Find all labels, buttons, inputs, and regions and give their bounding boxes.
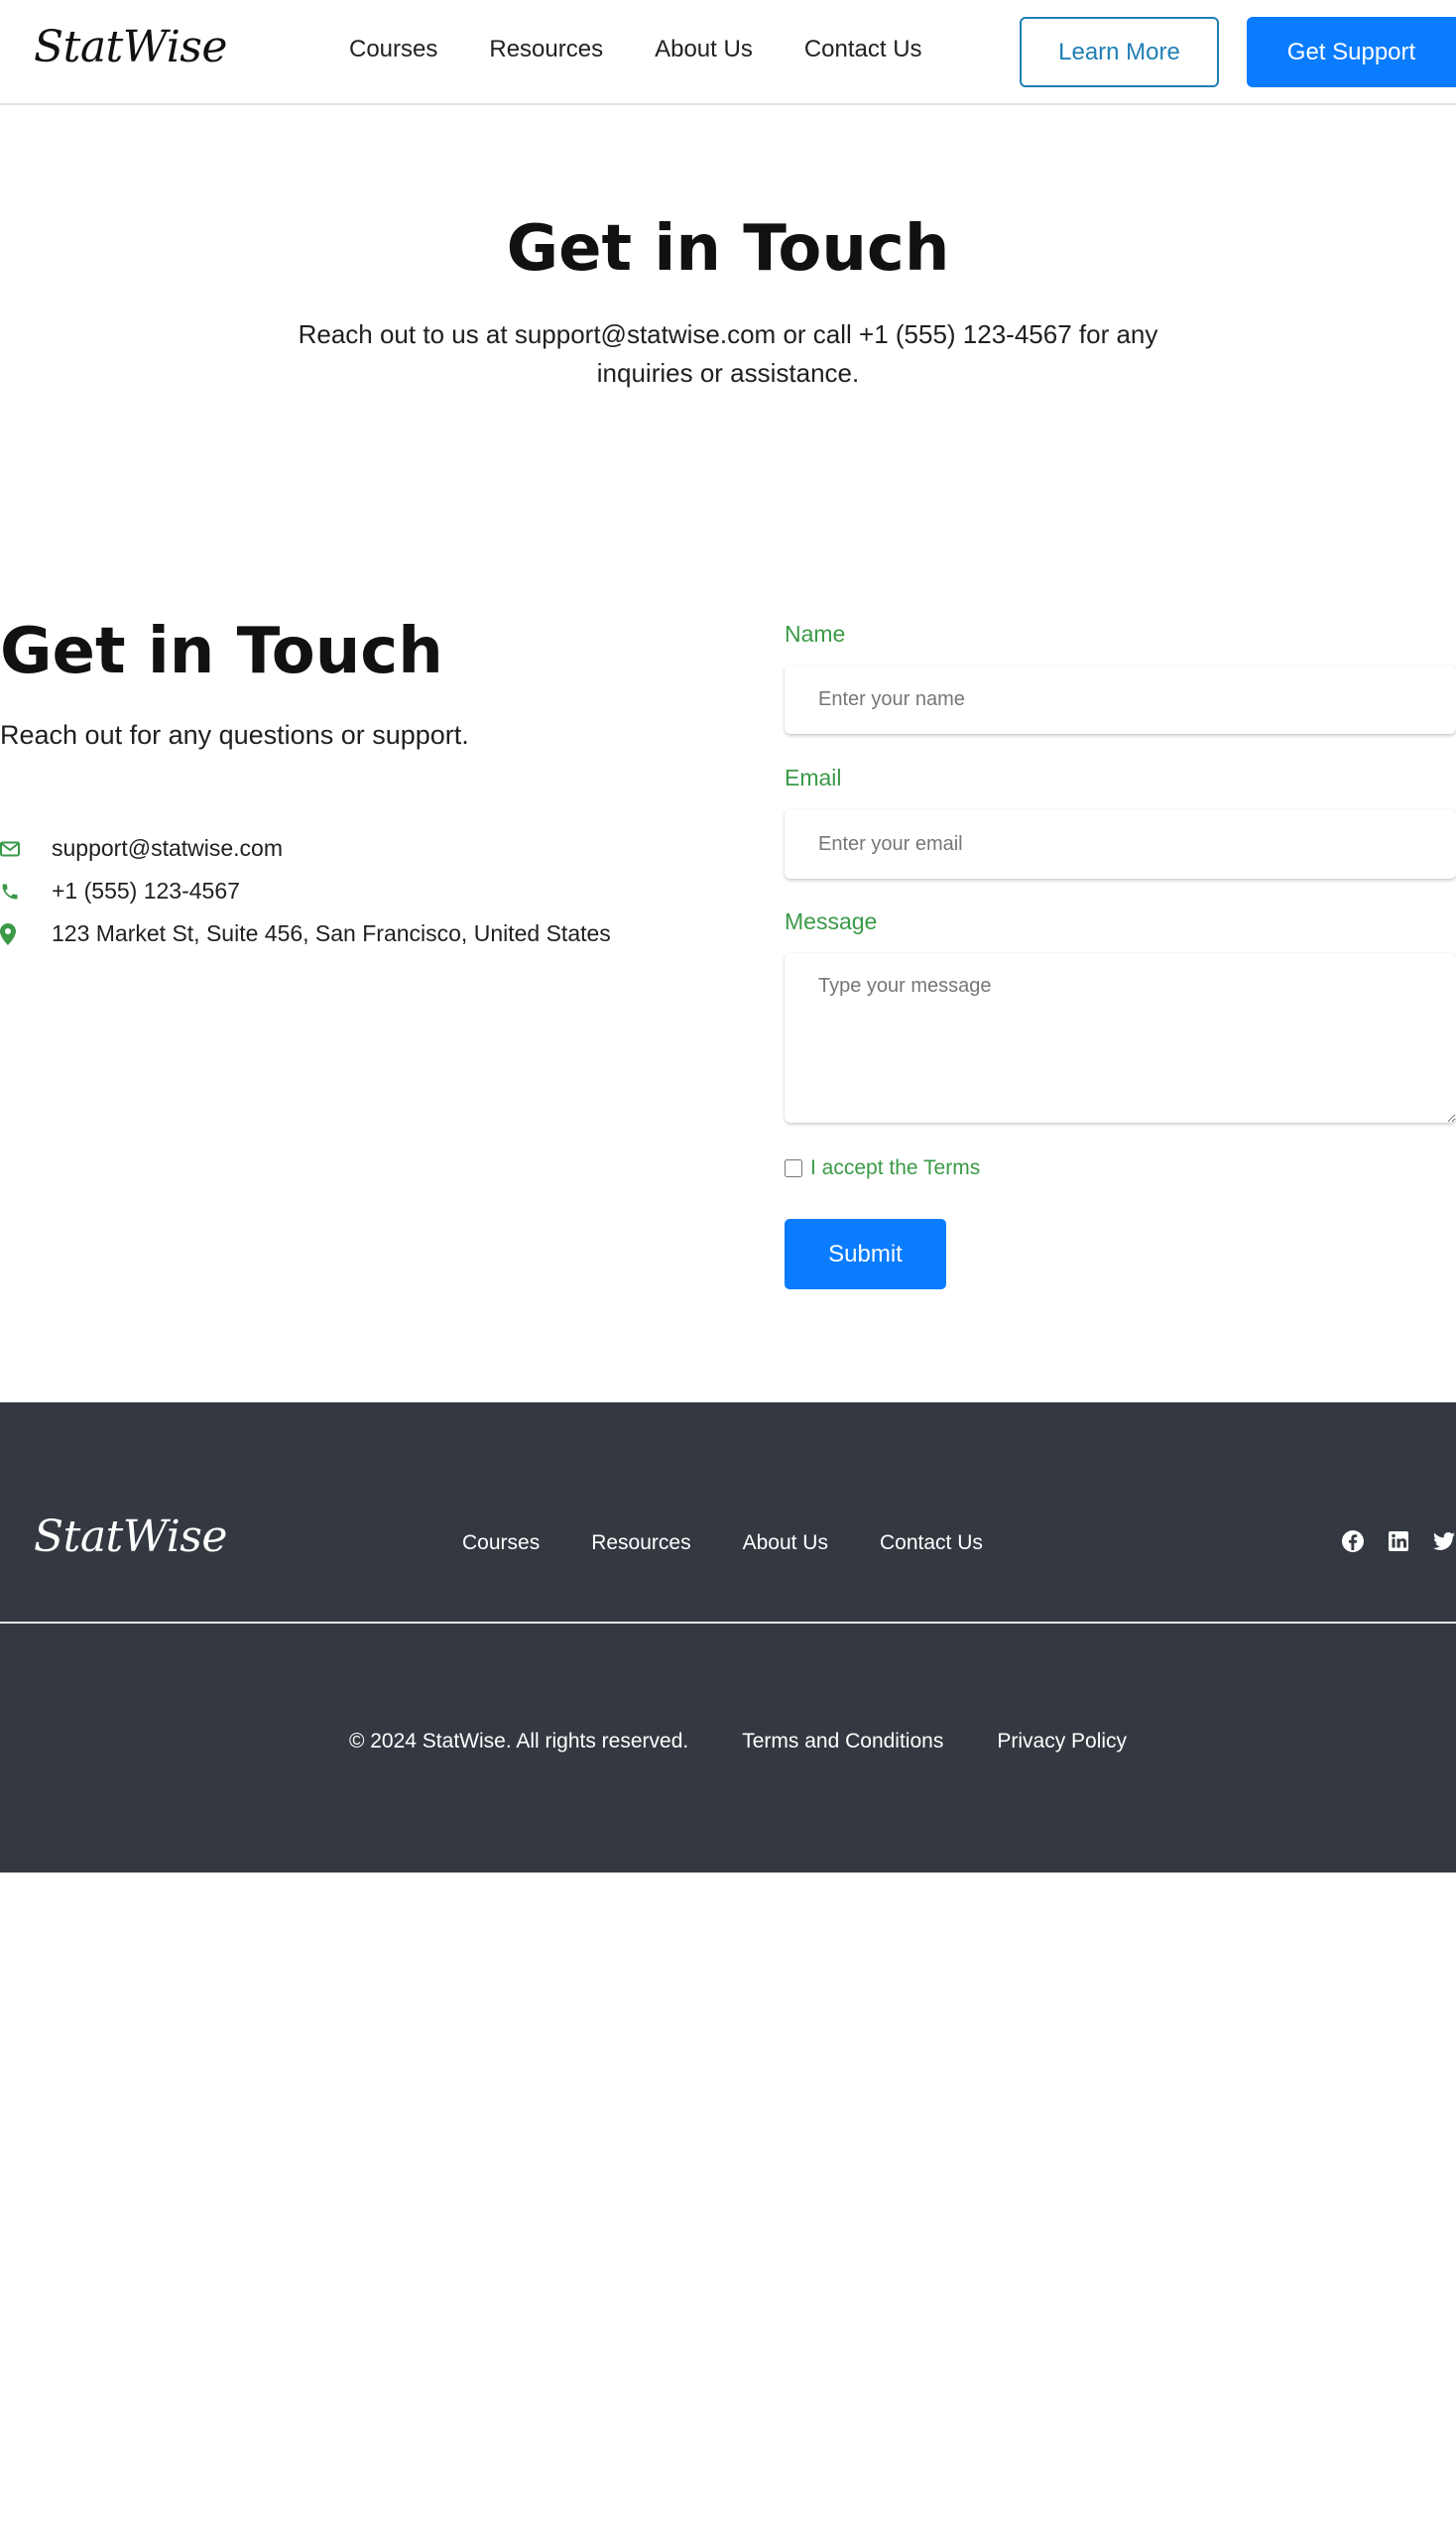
footer-links: Courses Resources About Us Contact Us [462, 1531, 983, 1555]
terms-and-conditions-link[interactable]: Terms and Conditions [742, 1730, 943, 1753]
contact-email[interactable]: support@statwise.com [52, 835, 283, 862]
get-support-button[interactable]: Get Support [1247, 17, 1456, 87]
facebook-icon[interactable] [1341, 1529, 1365, 1553]
message-label: Message [785, 908, 878, 934]
footer-link-resources[interactable]: Resources [591, 1531, 690, 1555]
nav-link-about-us[interactable]: About Us [655, 36, 753, 63]
terms-row: I accept the Terms [785, 1156, 980, 1180]
terms-checkbox[interactable] [785, 1159, 802, 1177]
nav-link-contact-us[interactable]: Contact Us [804, 36, 922, 63]
footer-divider [0, 1622, 1456, 1624]
phone-icon [0, 880, 52, 904]
social-icons [1341, 1529, 1456, 1553]
privacy-policy-link[interactable]: Privacy Policy [997, 1730, 1127, 1753]
submit-button[interactable]: Submit [785, 1219, 946, 1289]
footer: StatWise Courses Resources About Us Cont… [0, 1402, 1456, 1873]
message-textarea[interactable] [785, 953, 1456, 1123]
email-input[interactable] [785, 809, 1456, 879]
nav-link-resources[interactable]: Resources [489, 36, 603, 63]
footer-link-contact-us[interactable]: Contact Us [880, 1531, 983, 1555]
email-label: Email [785, 765, 842, 790]
contact-address: 123 Market St, Suite 456, San Francisco,… [52, 920, 611, 946]
nav-links: Courses Resources About Us Contact Us [349, 36, 922, 63]
navbar: StatWise Courses Resources About Us Cont… [0, 0, 1456, 105]
contact-info-list: support@statwise.com +1 (555) 123-4567 1… [0, 827, 611, 955]
envelope-icon [0, 837, 52, 861]
contact-phone[interactable]: +1 (555) 123-4567 [52, 878, 240, 905]
learn-more-button[interactable]: Learn More [1020, 17, 1219, 87]
footer-link-about-us[interactable]: About Us [743, 1531, 828, 1555]
contact-address-row: 123 Market St, Suite 456, San Francisco,… [0, 912, 611, 955]
map-marker-icon [0, 922, 52, 946]
contact-phone-row: +1 (555) 123-4567 [0, 870, 611, 912]
contact-email-row: support@statwise.com [0, 827, 611, 870]
name-label: Name [785, 621, 846, 647]
logo[interactable]: StatWise [34, 22, 227, 72]
name-input[interactable] [785, 665, 1456, 734]
linkedin-icon[interactable] [1387, 1529, 1410, 1553]
contact-title: Get in Touch [0, 615, 443, 688]
terms-label[interactable]: I accept the Terms [810, 1156, 980, 1180]
footer-logo[interactable]: StatWise [34, 1511, 227, 1562]
footer-link-courses[interactable]: Courses [462, 1531, 540, 1555]
footer-bottom: © 2024 StatWise. All rights reserved. Te… [0, 1730, 1456, 1753]
hero-text: Reach out to us at support@statwise.com … [298, 319, 1158, 388]
twitter-icon[interactable] [1432, 1529, 1456, 1553]
copyright-text: © 2024 StatWise. All rights reserved. [348, 1730, 689, 1753]
hero-title: Get in Touch [506, 212, 950, 286]
contact-subtitle: Reach out for any questions or support. [0, 720, 469, 750]
nav-link-courses[interactable]: Courses [349, 36, 437, 63]
